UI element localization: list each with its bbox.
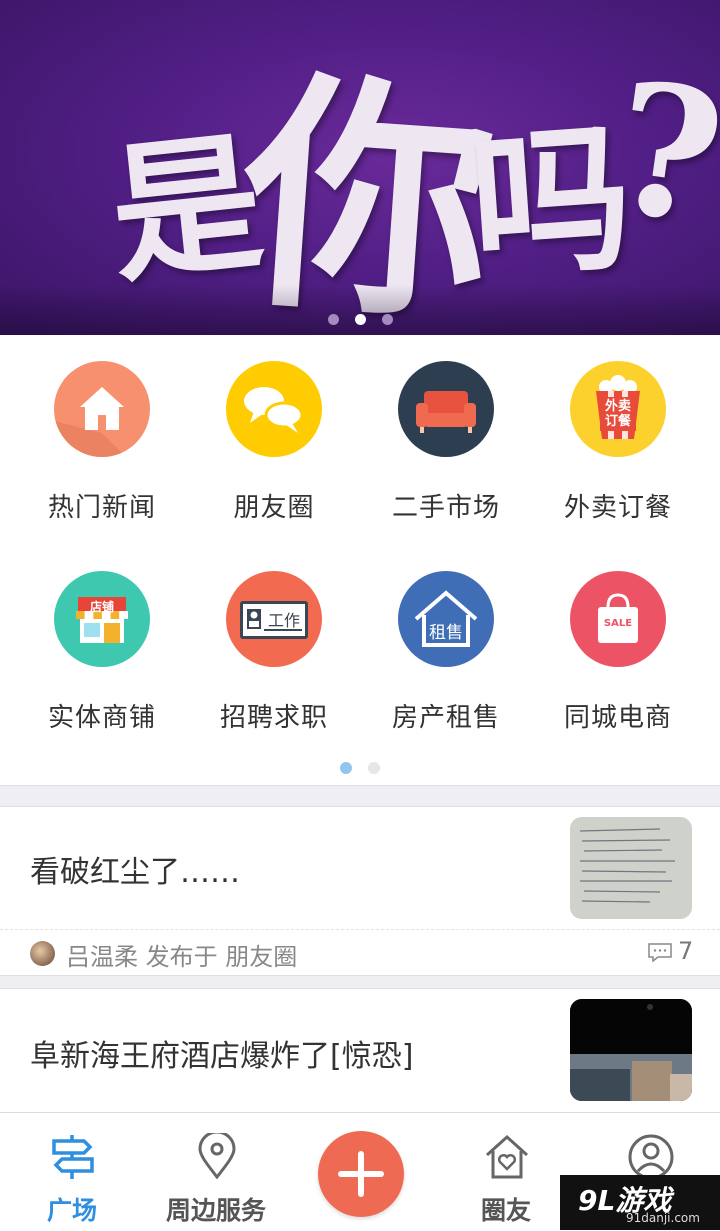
rent-icon-text: 租售	[429, 623, 463, 643]
section-divider	[0, 785, 720, 807]
nav-tab-plaza[interactable]: 广场	[0, 1113, 144, 1231]
banner-dot[interactable]	[327, 314, 339, 325]
category-takeout[interactable]: 外卖 订餐 外卖订餐	[528, 335, 708, 535]
comment-count: 7	[678, 937, 694, 965]
banner-slogan: 是 你 吗 ?	[103, 18, 720, 335]
category-real-estate[interactable]: 租售 房产租售	[356, 545, 536, 745]
nav-label: 圈友	[480, 1196, 531, 1225]
nav-tab-nearby[interactable]: 周边服务	[144, 1113, 288, 1231]
post-thumbnail[interactable]	[570, 999, 692, 1101]
sale-icon-text: SALE	[603, 618, 633, 629]
category-second-hand[interactable]: 二手市场	[356, 335, 536, 535]
post-author-line: 吕温柔 发布于 朋友圈	[66, 943, 298, 971]
category-label: 同城电商	[563, 703, 672, 733]
nav-label: 广场	[46, 1196, 97, 1225]
category-label: 朋友圈	[233, 493, 315, 523]
category-shops[interactable]: 店铺 实体商铺	[12, 545, 192, 745]
category-label: 热门新闻	[47, 493, 156, 523]
comment-icon[interactable]	[648, 943, 672, 962]
post-thumbnail[interactable]	[570, 817, 692, 919]
category-label: 二手市场	[391, 493, 500, 523]
category-hot-news[interactable]: 热门新闻	[12, 335, 192, 535]
takeout-icon-text: 外卖	[604, 399, 631, 414]
signpost-icon	[52, 1135, 94, 1179]
chat-bubbles-icon	[226, 361, 322, 457]
house-icon	[54, 361, 150, 457]
section-divider	[0, 975, 720, 989]
plus-icon	[358, 1151, 364, 1197]
category-moments[interactable]: 朋友圈	[184, 335, 364, 535]
house-rent-icon: 租售	[398, 571, 494, 667]
sofa-icon	[398, 361, 494, 457]
nav-label: 周边服务	[165, 1196, 266, 1225]
takeout-box-icon: 外卖 订餐	[570, 361, 666, 457]
grid-dot[interactable]	[368, 762, 380, 774]
category-grid: 热门新闻 朋友圈 二手市场 外卖 订餐 外卖订餐 店铺 实体商铺 工作 招聘求职…	[0, 335, 720, 785]
banner-page-indicator	[0, 310, 720, 329]
category-label: 外卖订餐	[563, 493, 672, 523]
category-label: 房产租售	[391, 703, 500, 733]
storefront-icon: 店铺	[54, 571, 150, 667]
shopping-bag-icon: SALE	[570, 571, 666, 667]
banner-carousel[interactable]: 是 你 吗 ?	[0, 0, 720, 335]
post-meta: 吕温柔 发布于 朋友圈 7	[0, 929, 720, 975]
grid-dot-active[interactable]	[340, 762, 352, 774]
shop-icon-text: 店铺	[89, 600, 114, 614]
post-title[interactable]: 看破红尘了……	[30, 847, 240, 891]
post-card[interactable]: 看破红尘了……	[0, 807, 720, 929]
category-ecommerce[interactable]: SALE 同城电商	[528, 545, 708, 745]
post-card[interactable]: 阜新海王府酒店爆炸了[惊恐]	[0, 989, 720, 1112]
work-card-icon: 工作	[226, 571, 322, 667]
grid-page-indicator	[0, 759, 720, 778]
nav-tab-friends[interactable]: 圈友	[434, 1113, 578, 1231]
heart-house-icon	[485, 1134, 529, 1179]
category-jobs[interactable]: 工作 招聘求职	[184, 545, 364, 745]
user-icon	[628, 1134, 674, 1180]
takeout-icon-text: 订餐	[604, 414, 631, 429]
job-icon-text: 工作	[267, 611, 300, 630]
category-label: 招聘求职	[219, 703, 328, 733]
publish-plus-button[interactable]	[318, 1131, 404, 1217]
watermark-url: 91danji.com	[626, 1211, 700, 1225]
category-label: 实体商铺	[47, 703, 156, 733]
banner-dot[interactable]	[381, 314, 393, 325]
avatar[interactable]	[30, 941, 55, 966]
site-watermark: 9L游戏 91danji.com	[560, 1175, 720, 1230]
location-pin-icon	[198, 1133, 236, 1180]
post-title[interactable]: 阜新海王府酒店爆炸了[惊恐]	[30, 1031, 413, 1075]
banner-dot-active[interactable]	[354, 314, 366, 325]
